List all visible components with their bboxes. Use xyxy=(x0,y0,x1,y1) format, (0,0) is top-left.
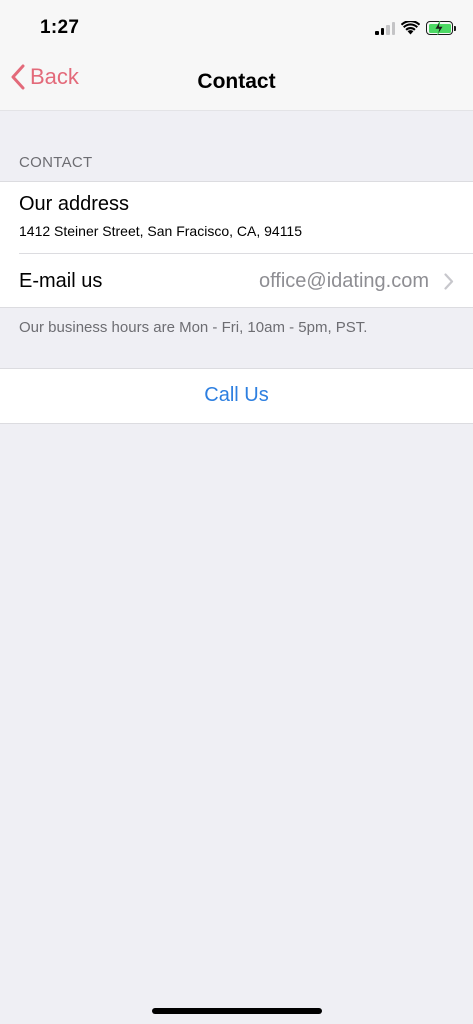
status-icons xyxy=(375,19,456,37)
email-title: E-mail us xyxy=(19,270,103,292)
page-title: Contact xyxy=(197,70,276,93)
contact-group: Our address 1412 Steiner Street, San Fra… xyxy=(0,181,473,308)
address-title: Our address xyxy=(19,193,130,215)
contact-screen: 1:27 Back Contact CONTACT Our address 14… xyxy=(0,0,473,1024)
call-us-label: Call Us xyxy=(204,384,269,406)
address-cell: Our address 1412 Steiner Street, San Fra… xyxy=(0,182,473,253)
cellular-signal-icon xyxy=(375,21,395,35)
status-time: 1:27 xyxy=(40,17,80,38)
address-value: 1412 Steiner Street, San Fracisco, CA, 9… xyxy=(19,223,303,239)
email-value: office@idating.com xyxy=(258,270,429,292)
wifi-icon xyxy=(401,21,420,35)
call-us-button[interactable]: Call Us xyxy=(0,368,473,424)
email-cell[interactable]: E-mail us office@idating.com xyxy=(0,254,473,308)
home-indicator[interactable] xyxy=(152,1008,322,1014)
battery-charging-icon xyxy=(426,21,456,35)
section-header: CONTACT xyxy=(19,154,93,171)
chevron-right-icon xyxy=(444,273,454,290)
top-bar: 1:27 Back Contact xyxy=(0,0,473,111)
business-hours-note: Our business hours are Mon - Fri, 10am -… xyxy=(19,319,368,336)
